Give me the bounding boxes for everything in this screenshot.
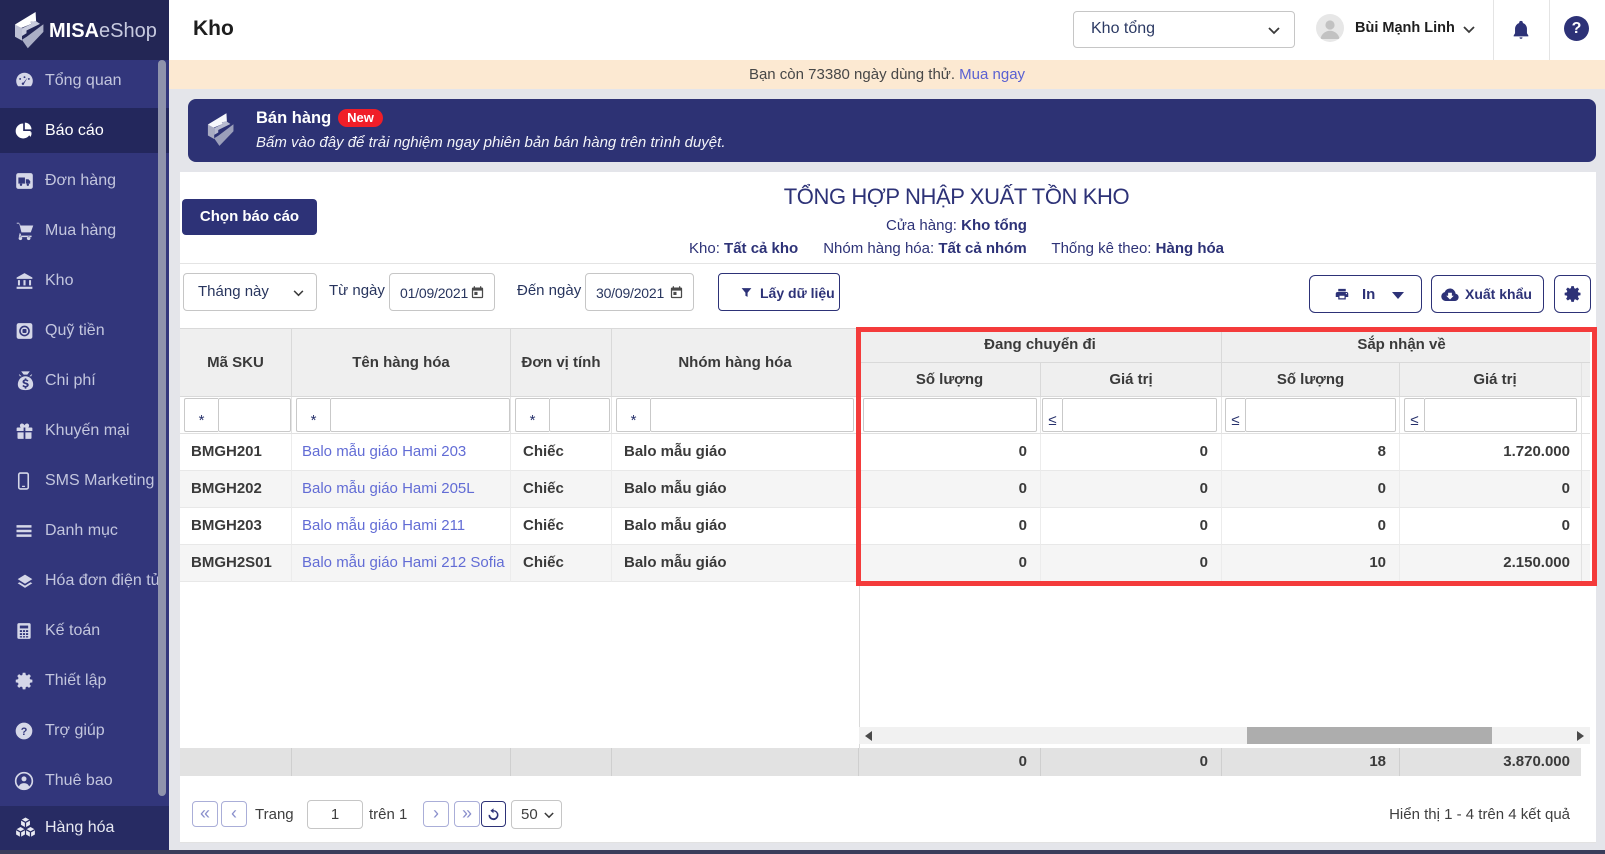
svg-text:?: ? bbox=[21, 726, 28, 738]
